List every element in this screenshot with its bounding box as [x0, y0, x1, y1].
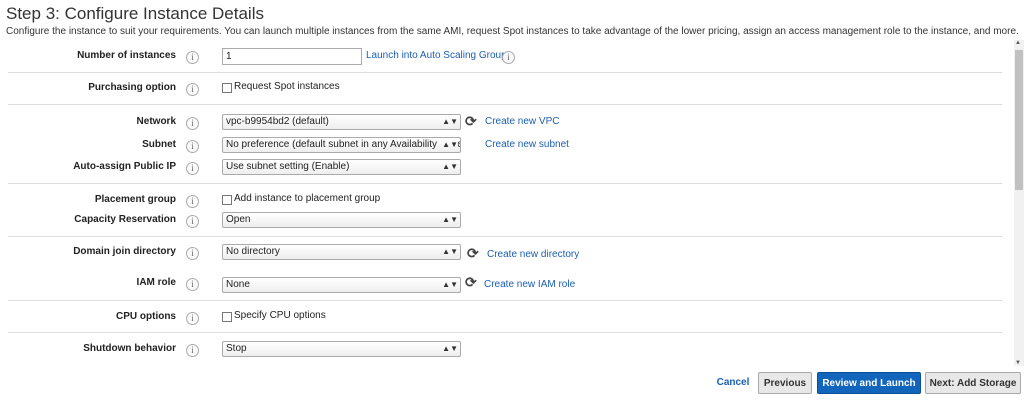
capacity-reservation-select[interactable]: Open ▲▼: [222, 212, 461, 228]
info-icon[interactable]: i: [186, 312, 199, 325]
info-icon[interactable]: i: [186, 117, 199, 130]
info-icon[interactable]: i: [186, 83, 199, 96]
field-label: Capacity Reservation: [74, 214, 176, 225]
next-add-storage-button[interactable]: Next: Add Storage: [925, 372, 1021, 394]
network-select-value: vpc-b9954bd2 (default): [226, 116, 329, 127]
review-and-launch-button[interactable]: Review and Launch: [817, 372, 921, 394]
info-icon[interactable]: i: [186, 215, 199, 228]
select-arrow-icon: ▲▼: [440, 245, 458, 259]
cpu-options-label[interactable]: Specify CPU options: [234, 310, 326, 321]
field-label: Network: [136, 116, 176, 127]
vertical-scrollbar[interactable]: ▲ ▼: [1014, 40, 1024, 366]
field-label: Subnet: [142, 139, 176, 150]
placement-group-checkbox[interactable]: [222, 195, 232, 205]
info-icon[interactable]: i: [186, 162, 199, 175]
auto-scaling-group-link[interactable]: Launch into Auto Scaling Group: [366, 50, 507, 61]
field-label: Shutdown behavior: [83, 343, 176, 354]
domain-directory-select[interactable]: No directory ▲▼: [222, 244, 461, 260]
public-ip-select-value: Use subnet setting (Enable): [226, 161, 350, 172]
shutdown-select-value: Stop: [226, 343, 247, 354]
section-divider: [8, 72, 1002, 73]
spot-instances-checkbox[interactable]: [222, 83, 232, 93]
number-of-instances-input[interactable]: 1: [222, 48, 362, 65]
select-arrow-icon: ▲▼: [440, 160, 458, 174]
cancel-button[interactable]: Cancel: [712, 372, 754, 394]
row-placement-group: Placement group i Add instance to placem…: [0, 191, 1014, 211]
row-capacity-reservation: Capacity Reservation i Open ▲▼: [0, 211, 1014, 231]
wizard-footer: Cancel Previous Review and Launch Next: …: [0, 366, 1024, 401]
iam-role-select[interactable]: None ▲▼: [222, 277, 461, 293]
info-icon[interactable]: i: [186, 278, 199, 291]
iam-select-value: None: [226, 279, 250, 290]
create-vpc-link[interactable]: Create new VPC: [485, 116, 559, 127]
subnet-select-value: No preference (default subnet in any Ava…: [226, 139, 461, 150]
public-ip-select[interactable]: Use subnet setting (Enable) ▲▼: [222, 159, 461, 175]
field-label: IAM role: [136, 277, 176, 288]
select-arrow-icon: ▲▼: [440, 138, 458, 152]
select-arrow-icon: ▲▼: [440, 213, 458, 227]
create-directory-link[interactable]: Create new directory: [487, 249, 579, 260]
row-purchasing-option: Purchasing option i Request Spot instanc…: [0, 79, 1014, 99]
info-icon[interactable]: i: [186, 195, 199, 208]
previous-button[interactable]: Previous: [758, 372, 812, 394]
row-network: Network i vpc-b9954bd2 (default) ▲▼ ⟳ Cre…: [0, 113, 1014, 133]
info-icon[interactable]: i: [186, 344, 199, 357]
row-domain-join-directory: Domain join directory i No directory ▲▼ ⟳…: [0, 243, 1014, 263]
cpu-options-checkbox[interactable]: [222, 312, 232, 322]
info-icon[interactable]: i: [186, 140, 199, 153]
spot-instances-label[interactable]: Request Spot instances: [234, 81, 340, 92]
domain-select-value: No directory: [226, 246, 280, 257]
field-label: Number of instances: [77, 50, 176, 61]
info-icon[interactable]: i: [502, 51, 515, 64]
placement-group-label[interactable]: Add instance to placement group: [234, 193, 380, 204]
field-label: Auto-assign Public IP: [73, 161, 176, 172]
create-subnet-link[interactable]: Create new subnet: [485, 139, 569, 150]
info-icon[interactable]: i: [186, 51, 199, 64]
section-divider: [8, 183, 1002, 184]
configure-form: Number of instances i 1 Launch into Auto…: [0, 40, 1014, 366]
subnet-select[interactable]: No preference (default subnet in any Ava…: [222, 137, 461, 153]
scroll-up-arrow-icon[interactable]: ▲: [1015, 40, 1021, 46]
section-divider: [8, 300, 1002, 301]
refresh-icon[interactable]: ⟳: [467, 245, 479, 262]
refresh-icon[interactable]: ⟳: [465, 274, 477, 291]
row-iam-role: IAM role i None ▲▼ ⟳ Create new IAM role: [0, 274, 1014, 294]
info-icon[interactable]: i: [186, 247, 199, 260]
field-label: CPU options: [116, 311, 176, 322]
section-divider: [8, 104, 1002, 105]
page-title: Step 3: Configure Instance Details: [6, 4, 264, 23]
create-iam-role-link[interactable]: Create new IAM role: [484, 279, 575, 290]
scrollbar-thumb[interactable]: [1015, 50, 1023, 190]
refresh-icon[interactable]: ⟳: [465, 113, 477, 130]
network-select[interactable]: vpc-b9954bd2 (default) ▲▼: [222, 114, 461, 130]
field-label: Purchasing option: [88, 82, 176, 93]
page-description: Configure the instance to suit your requ…: [6, 26, 1019, 37]
row-cpu-options: CPU options i Specify CPU options: [0, 308, 1014, 328]
field-label: Placement group: [94, 194, 176, 205]
select-arrow-icon: ▲▼: [440, 115, 458, 129]
row-shutdown-behavior: Shutdown behavior i Stop ▲▼: [0, 340, 1014, 360]
row-auto-assign-public-ip: Auto-assign Public IP i Use subnet setti…: [0, 158, 1014, 178]
select-arrow-icon: ▲▼: [440, 342, 458, 356]
shutdown-behavior-select[interactable]: Stop ▲▼: [222, 341, 461, 357]
section-divider: [8, 332, 1002, 333]
capacity-select-value: Open: [226, 214, 251, 225]
row-number-of-instances: Number of instances i 1 Launch into Auto…: [0, 47, 1014, 67]
select-arrow-icon: ▲▼: [440, 278, 458, 292]
section-divider: [8, 236, 1002, 237]
row-subnet: Subnet i No preference (default subnet i…: [0, 136, 1014, 156]
field-label: Domain join directory: [73, 246, 176, 257]
